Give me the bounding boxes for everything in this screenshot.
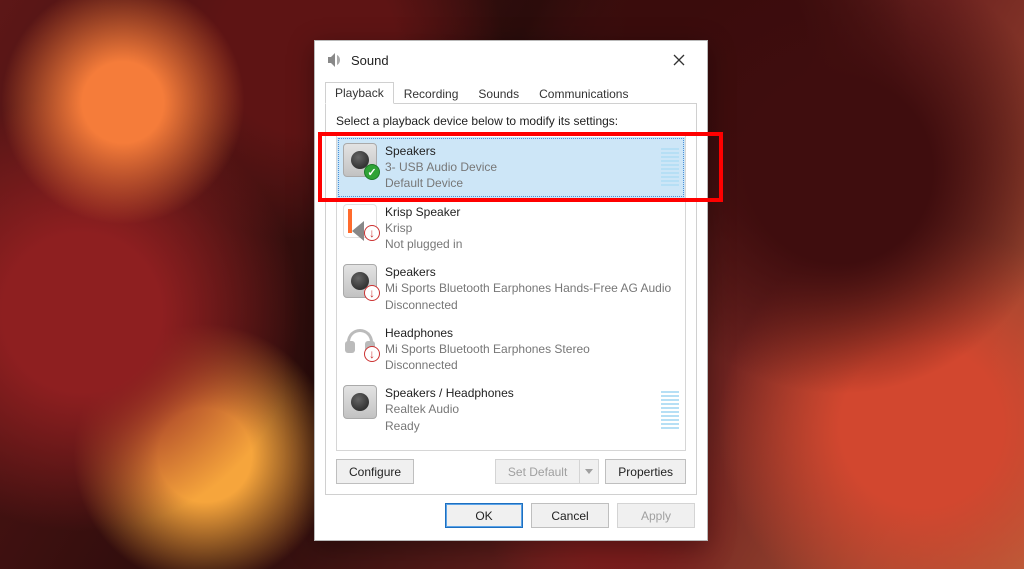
tab-recording[interactable]: Recording [394, 83, 469, 104]
properties-button[interactable]: Properties [605, 459, 686, 484]
tab-panel-playback: Select a playback device below to modify… [325, 103, 697, 495]
default-check-badge-icon [364, 164, 380, 180]
apply-button[interactable]: Apply [617, 503, 695, 528]
set-default-button[interactable]: Set Default [495, 459, 580, 484]
tab-sounds[interactable]: Sounds [468, 83, 529, 104]
krisp-icon [343, 204, 377, 238]
unplugged-badge-icon [364, 225, 380, 241]
set-default-dropdown[interactable] [579, 459, 599, 484]
device-description: 3- USB Audio Device [385, 159, 661, 175]
speaker-icon [343, 385, 377, 419]
device-status: Disconnected [385, 297, 679, 313]
device-row[interactable]: Speakers3- USB Audio DeviceDefault Devic… [337, 137, 685, 198]
device-row[interactable]: SpeakersMi Sports Bluetooth Earphones Ha… [337, 258, 685, 319]
panel-button-row: Configure Set Default Properties [336, 459, 686, 484]
volume-meter [661, 385, 679, 434]
device-row[interactable]: HeadphonesMi Sports Bluetooth Earphones … [337, 319, 685, 380]
device-description: Mi Sports Bluetooth Earphones Stereo [385, 341, 679, 357]
device-status: Default Device [385, 175, 661, 191]
volume-meter [661, 143, 679, 192]
unplugged-badge-icon [364, 346, 380, 362]
instruction-text: Select a playback device below to modify… [336, 114, 686, 128]
device-name: Speakers / Headphones [385, 385, 661, 401]
device-name: Krisp Speaker [385, 204, 679, 220]
window-title: Sound [351, 53, 659, 68]
sound-dialog: Sound PlaybackRecordingSoundsCommunicati… [314, 40, 708, 541]
device-text: HeadphonesMi Sports Bluetooth Earphones … [385, 325, 679, 374]
device-text: SpeakersMi Sports Bluetooth Earphones Ha… [385, 264, 679, 313]
device-name: Headphones [385, 325, 679, 341]
tab-strip: PlaybackRecordingSoundsCommunications [315, 79, 707, 103]
tab-communications[interactable]: Communications [529, 83, 638, 104]
configure-button[interactable]: Configure [336, 459, 414, 484]
chevron-down-icon [585, 469, 593, 474]
speaker-icon [343, 143, 377, 177]
device-description: Mi Sports Bluetooth Earphones Hands-Free… [385, 280, 679, 296]
speaker-icon [343, 264, 377, 298]
device-name: Speakers [385, 143, 661, 159]
device-description: Krisp [385, 220, 679, 236]
dialog-button-row: OK Cancel Apply [315, 503, 707, 540]
device-text: Krisp SpeakerKrispNot plugged in [385, 204, 679, 253]
device-status: Ready [385, 418, 661, 434]
device-name: Speakers [385, 264, 679, 280]
unplugged-badge-icon [364, 285, 380, 301]
desktop-wallpaper: Sound PlaybackRecordingSoundsCommunicati… [0, 0, 1024, 569]
close-button[interactable] [659, 45, 699, 75]
device-list[interactable]: Speakers3- USB Audio DeviceDefault Devic… [336, 134, 686, 451]
tab-playback[interactable]: Playback [325, 82, 394, 104]
device-text: Speakers3- USB Audio DeviceDefault Devic… [385, 143, 661, 192]
device-status: Not plugged in [385, 236, 679, 252]
device-text: Speakers / HeadphonesRealtek AudioReady [385, 385, 661, 434]
titlebar: Sound [315, 41, 707, 79]
device-status: Disconnected [385, 357, 679, 373]
cancel-button[interactable]: Cancel [531, 503, 609, 528]
sound-app-icon [325, 51, 343, 69]
device-description: Realtek Audio [385, 401, 661, 417]
headphones-icon [343, 325, 377, 359]
device-row[interactable]: Krisp SpeakerKrispNot plugged in [337, 198, 685, 259]
close-icon [673, 54, 685, 66]
device-row[interactable]: Speakers / HeadphonesRealtek AudioReady [337, 379, 685, 440]
ok-button[interactable]: OK [445, 503, 523, 528]
